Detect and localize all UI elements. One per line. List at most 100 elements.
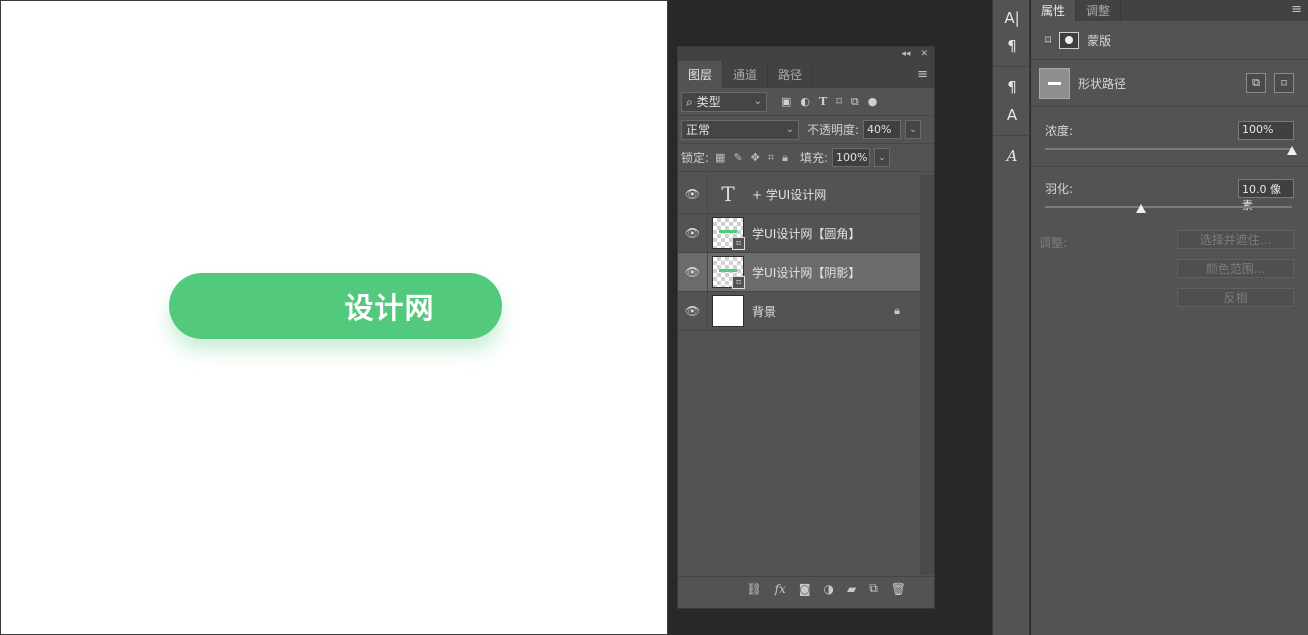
- eye-icon[interactable]: 👁︎: [678, 213, 708, 253]
- paragraph-panel-icon[interactable]: ¶: [993, 32, 1031, 60]
- folder-icon[interactable]: ▰: [847, 582, 856, 596]
- tab-properties[interactable]: 属性: [1031, 0, 1077, 21]
- shape-path-row: 形状路径 ⧉ ⌑: [1031, 60, 1308, 106]
- opacity-field[interactable]: 40%: [863, 120, 902, 139]
- layer-list: 👁︎ T + 学UI设计网 👁︎ ⌑ 学UI设计网【圆角】 👁︎ ⌑ 学UI设计…: [678, 174, 920, 331]
- panel-menu-icon[interactable]: ≡: [917, 67, 928, 82]
- fill-label: 填充:: [799, 151, 828, 165]
- properties-panel: 属性 调整 ≡ ⌑ 蒙版 形状路径 ⧉ ⌑ 浓度: 100% 羽化: 10.0 …: [1031, 0, 1308, 635]
- glyphs-panel-icon[interactable]: A: [993, 142, 1031, 170]
- shape-badge-icon: ⌑: [732, 276, 745, 289]
- layer-row-text[interactable]: 👁︎ T + 学UI设计网: [678, 174, 920, 214]
- layer-name: 学UI设计网【圆角】: [752, 226, 861, 241]
- shape-filter-icon[interactable]: ⌑: [836, 95, 842, 108]
- filter-kind-dropdown[interactable]: ⌕ 类型 ⌄: [681, 91, 767, 112]
- pixel-mask-icon[interactable]: [1059, 31, 1080, 49]
- document-canvas[interactable]: 设计网: [0, 0, 668, 635]
- collapsed-panel-strip: A| ¶ ¶ A A: [992, 0, 1030, 635]
- feather-slider: 羽化: 10.0 像素: [1031, 179, 1308, 213]
- panel-menu-icon[interactable]: ≡: [1291, 2, 1302, 17]
- ui-button-text: 设计网: [344, 291, 435, 325]
- blend-mode-value: 正常: [686, 123, 711, 137]
- filter-icons: ▣ ◐ T ⌑ ⧉ ●: [781, 95, 877, 109]
- density-label: 浓度:: [1045, 124, 1074, 138]
- ui-button-shape[interactable]: 设计网: [169, 273, 502, 339]
- link-icon[interactable]: ⛓: [746, 582, 761, 596]
- eye-icon[interactable]: 👁︎: [678, 291, 708, 331]
- type-filter-icon[interactable]: T: [819, 95, 827, 108]
- lock-icon[interactable]: 🔒︎: [894, 304, 900, 318]
- layer-row-background[interactable]: 👁︎ 背景 🔒︎: [678, 291, 920, 331]
- layer-row-rounded[interactable]: 👁︎ ⌑ 学UI设计网【圆角】: [678, 213, 920, 253]
- tab-adjustments[interactable]: 调整: [1076, 0, 1122, 21]
- eye-icon[interactable]: 👁︎: [678, 252, 708, 292]
- adjustment-icon[interactable]: ◑: [823, 582, 833, 596]
- mask-icon[interactable]: ◙: [799, 582, 811, 596]
- layer-name: + 学UI设计网: [752, 187, 827, 202]
- lock-row: 锁定: ▦ ✎ ✥ ⌗ 🔒︎ 填充: 100% ⌄: [678, 144, 934, 172]
- layer-thumbnail: ⌑: [712, 256, 745, 289]
- blend-mode-dropdown[interactable]: 正常 ⌄: [681, 119, 799, 140]
- feather-label: 羽化:: [1045, 182, 1074, 196]
- mask-label: 蒙版: [1087, 33, 1112, 48]
- fill-dropdown-icon[interactable]: ⌄: [874, 148, 890, 167]
- opacity-dropdown-icon[interactable]: ⌄: [905, 120, 922, 139]
- image-filter-icon[interactable]: ▣: [781, 95, 791, 108]
- color-range-button[interactable]: 颜色范围...: [1177, 259, 1294, 278]
- feather-slider-thumb[interactable]: [1136, 204, 1147, 213]
- tab-paths[interactable]: 路径: [768, 61, 814, 88]
- eye-icon[interactable]: 👁︎: [678, 174, 708, 214]
- character-panel-icon[interactable]: A|: [993, 4, 1031, 32]
- adjustment-filter-icon[interactable]: ◐: [800, 95, 810, 108]
- lock-brush-icon[interactable]: ✎: [733, 151, 742, 164]
- filter-toggle-icon[interactable]: ●: [868, 95, 878, 108]
- layer-name: 背景: [752, 304, 777, 319]
- layer-row-shadow[interactable]: 👁︎ ⌑ 学UI设计网【阴影】: [678, 252, 920, 292]
- paragraph-styles-icon[interactable]: ¶: [993, 73, 1031, 101]
- layers-panel: ◂◂ ✕ 图层 通道 路径 ≡ ⌕ 类型 ⌄ ▣ ◐ T ⌑ ⧉ ● 正常 ⌄ …: [677, 46, 935, 609]
- lock-label: 锁定:: [681, 151, 710, 165]
- close-icon[interactable]: ✕: [920, 49, 928, 59]
- character-styles-icon[interactable]: A: [993, 101, 1031, 129]
- select-and-mask-button[interactable]: 选择并遮住...: [1177, 230, 1294, 249]
- mask-header: ⌑ 蒙版: [1031, 21, 1308, 59]
- density-track[interactable]: [1045, 146, 1297, 155]
- refine-section: 调整: 选择并遮住... 颜色范围... 反相: [1031, 208, 1308, 307]
- shape-badge-icon: ⌑: [732, 237, 745, 250]
- layer-thumbnail: ⌑: [712, 217, 745, 250]
- fill-field[interactable]: 100%: [832, 148, 870, 167]
- chevron-down-icon: ⌄: [753, 96, 762, 107]
- trash-icon[interactable]: 🗑︎: [891, 582, 906, 596]
- opacity-label: 不透明度:: [807, 123, 860, 137]
- filter-kind-value: 类型: [696, 95, 721, 109]
- density-slider: 浓度: 100%: [1031, 121, 1308, 155]
- tab-channels[interactable]: 通道: [723, 61, 769, 88]
- vector-mask-icon[interactable]: ⌑: [1045, 33, 1051, 47]
- smart-object-filter-icon[interactable]: ⧉: [851, 95, 859, 109]
- blend-row: 正常 ⌄ 不透明度: 40% ⌄: [678, 116, 934, 144]
- new-layer-icon[interactable]: ⧉: [869, 581, 878, 596]
- lock-transparency-icon[interactable]: ▦: [715, 151, 725, 164]
- fx-icon[interactable]: fx: [775, 582, 786, 596]
- lock-all-icon[interactable]: 🔒︎: [782, 151, 788, 165]
- feather-track[interactable]: [1045, 204, 1292, 213]
- feather-field[interactable]: 10.0 像素: [1238, 179, 1294, 212]
- refine-label: 调整:: [1039, 236, 1068, 250]
- vector-mask-select-icon[interactable]: ⌑: [1274, 73, 1294, 93]
- search-icon: ⌕: [686, 95, 693, 109]
- density-field[interactable]: 100%: [1238, 121, 1294, 140]
- add-mask-icon[interactable]: ⧉: [1246, 73, 1266, 93]
- tab-layers[interactable]: 图层: [678, 61, 724, 88]
- chevron-down-icon: ⌄: [785, 124, 794, 135]
- layer-thumbnail: [712, 295, 744, 327]
- shape-path-thumbnail[interactable]: [1039, 67, 1070, 99]
- lock-icons: ▦ ✎ ✥ ⌗ 🔒︎: [715, 151, 788, 165]
- lock-artboard-icon[interactable]: ⌗: [768, 151, 774, 165]
- invert-button[interactable]: 反相: [1177, 288, 1294, 307]
- density-slider-thumb[interactable]: [1287, 146, 1297, 155]
- collapse-icon[interactable]: ◂◂: [901, 49, 910, 59]
- layers-bottom-toolbar: ⛓ fx ◙ ◑ ▰ ⧉ 🗑︎: [678, 576, 934, 600]
- properties-tabbar: 属性 调整 ≡: [1031, 0, 1308, 21]
- layers-scrollbar[interactable]: [920, 175, 934, 575]
- lock-position-icon[interactable]: ✥: [751, 151, 760, 164]
